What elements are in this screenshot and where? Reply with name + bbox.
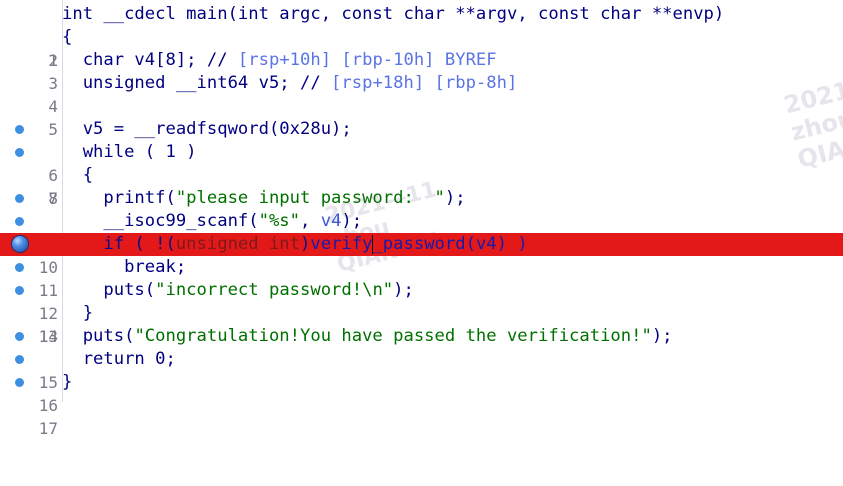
code-line-2[interactable]: 2 { [0,26,843,70]
code-text: return 0; [62,349,176,369]
code-text: if ( !( [62,234,176,254]
code-line-15[interactable]: 15 puts("Congratulation!You have passed … [0,325,843,392]
string-literal: "%s" [258,211,301,231]
code-line-12[interactable]: 12 break; [0,256,843,323]
code-text: ); [341,211,363,231]
code-comment: [rsp+18h] [rbp-8h] [331,73,518,93]
function-call[interactable]: verify_password(v4) [310,234,507,254]
code-text: puts( [62,280,156,300]
code-line-7[interactable]: 7 while ( 1 ) [0,141,843,208]
code-line-17[interactable]: 17 } [0,371,843,438]
code-text: unsigned __int64 v5; // [62,73,332,93]
code-text: puts( [62,326,135,346]
code-line-11-current[interactable]: 11 if ( !(unsigned int)verify_password(v… [0,233,843,300]
string-literal: "Congratulation!You have passed the veri… [134,326,652,346]
code-text: printf( [62,188,176,208]
code-text: { [62,165,94,185]
breakpoint-dot-icon[interactable] [15,217,24,226]
type-cast: unsigned int [175,234,301,254]
code-line-10[interactable]: 10 __isoc99_scanf("%s", v4); [0,210,843,277]
code-line-14[interactable]: 14 } [0,302,843,346]
code-text: ) [506,234,528,254]
code-line-16[interactable]: 16 return 0; [0,348,843,415]
line-number: 17 [38,419,58,438]
code-line-5[interactable]: 5 [0,95,843,139]
breakpoint-dot-icon[interactable] [15,194,24,203]
text-cursor [372,235,373,254]
breakpoint-dot-icon[interactable] [15,263,24,272]
code-text: } [62,372,73,392]
breakpoint-dot-icon[interactable] [15,125,24,134]
code-text: ); [651,326,673,346]
code-line-8[interactable]: 8 { [0,164,843,208]
code-text: } [62,303,94,323]
code-text: char v4[8]; // [62,50,238,70]
code-text: __isoc99_scanf( [62,211,259,231]
code-line-4[interactable]: 4 unsigned __int64 v5; // [rsp+18h] [rbp… [0,72,843,116]
breakpoint-dot-icon[interactable] [15,286,24,295]
code-text: , [300,211,321,231]
string-literal: "incorrect password!\n" [155,280,394,300]
code-text: while ( 1 ) [62,142,197,162]
code-comment: [rsp+10h] [rbp-10h] BYREF [237,50,497,70]
breakpoint-dot-icon[interactable] [15,332,24,341]
string-literal: "please input password: " [175,188,445,208]
code-line-6[interactable]: 6 v5 = __readfsqword(0x28u); [0,118,843,185]
code-text: { [62,27,73,47]
code-text: break; [62,257,187,277]
code-line-3[interactable]: 3 char v4[8]; // [rsp+10h] [rbp-10h] BYR… [0,49,843,93]
code-text: ) [300,234,311,254]
breakpoint-dot-icon[interactable] [15,378,24,387]
current-breakpoint-icon[interactable] [12,236,28,252]
variable-reference[interactable]: v4 [321,211,342,231]
code-text: ); [393,280,414,300]
code-line-13[interactable]: 13 puts("incorrect password!\n"); [0,279,843,346]
code-text: ); [444,188,466,208]
breakpoint-dot-icon[interactable] [15,355,24,364]
code-line-9[interactable]: 9 printf("please input password: "); [0,187,843,254]
code-line-1[interactable]: 1 int __cdecl main(int argc, const char … [0,3,843,70]
code-text: int __cdecl main(int argc, const char **… [62,4,725,24]
breakpoint-dot-icon[interactable] [15,148,24,157]
code-text: v5 = __readfsqword(0x28u); [62,119,352,139]
